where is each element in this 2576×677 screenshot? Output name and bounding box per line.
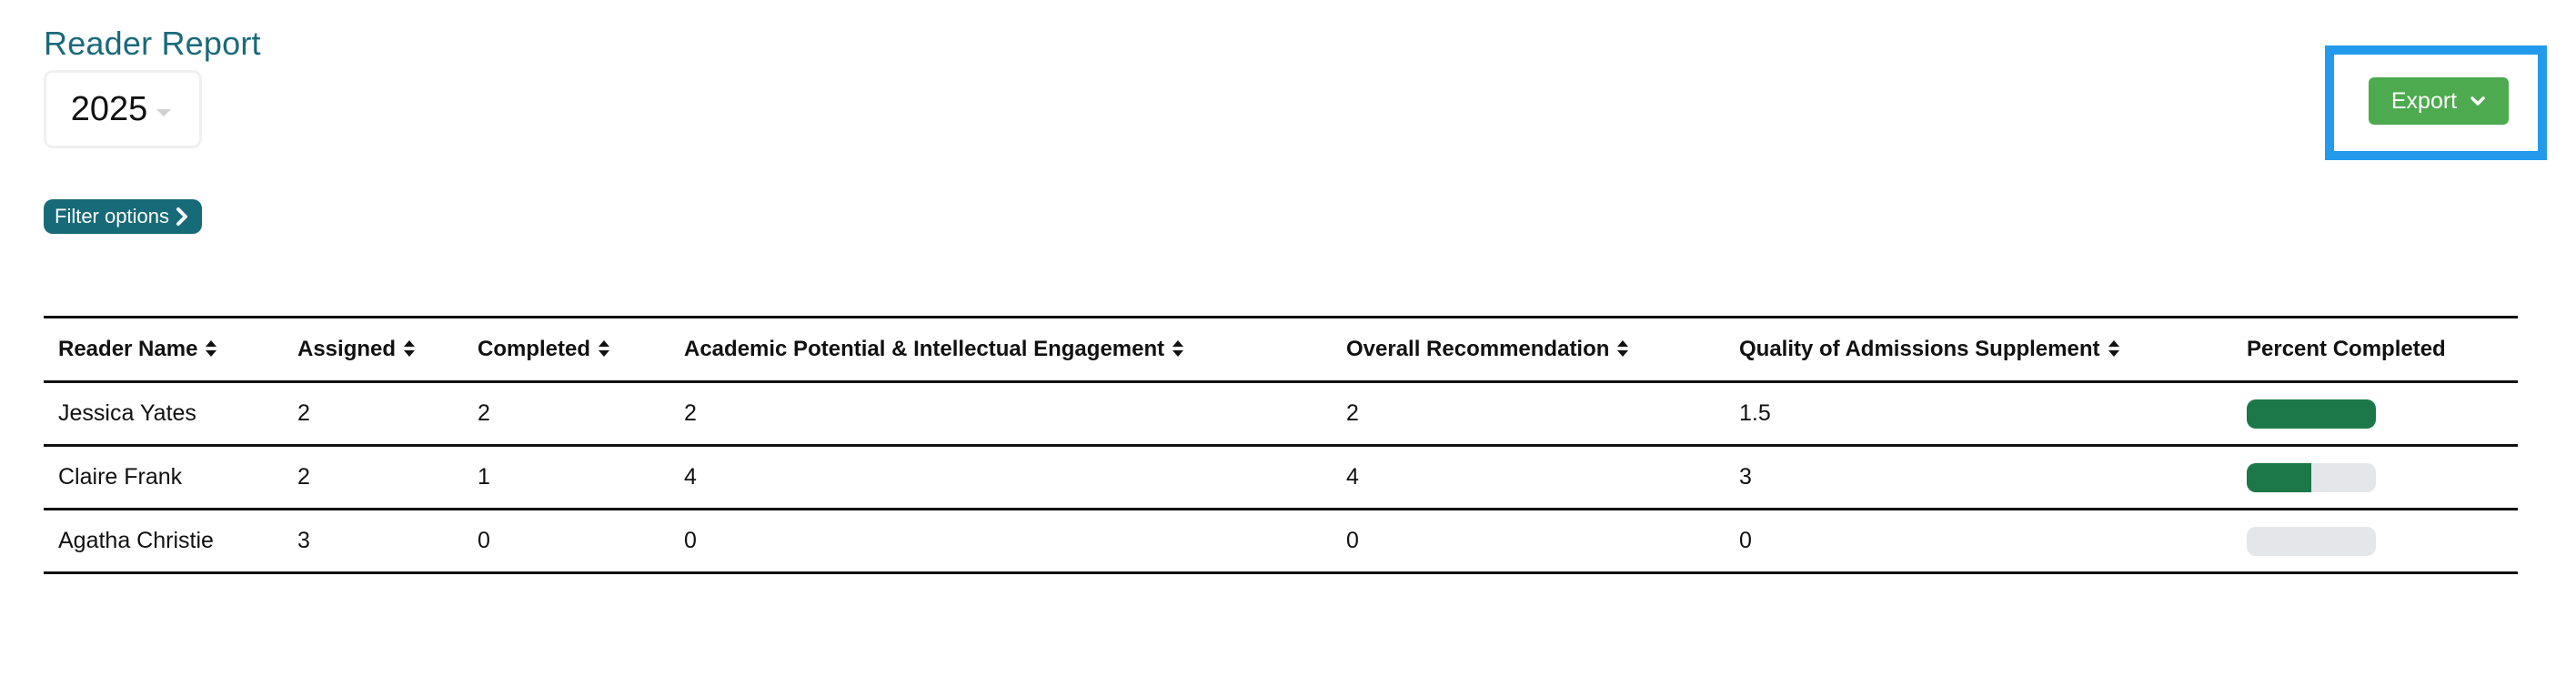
table-row: Claire Frank 2 1 4 4 3 xyxy=(44,446,2518,510)
progress-bar xyxy=(2247,526,2376,556)
column-label: Overall Recommendation xyxy=(1346,337,1610,361)
progress-bar xyxy=(2247,462,2376,492)
column-header-overall-recommendation[interactable]: Overall Recommendation xyxy=(1332,318,1725,382)
reader-report-page: Reader Report 2025 Filter options Export xyxy=(0,0,2576,677)
cell-overall-recommendation: 4 xyxy=(1346,464,1359,490)
progress-fill xyxy=(2247,462,2311,492)
column-header-reader-name[interactable]: Reader Name xyxy=(44,318,283,382)
reader-report-table: Reader Name Assigned Completed Academic … xyxy=(44,316,2518,574)
sort-icon xyxy=(2108,340,2119,357)
cell-quality-supplement: 1.5 xyxy=(1739,400,1771,426)
export-button[interactable]: Export xyxy=(2369,77,2509,125)
cell-academic-potential: 4 xyxy=(684,464,697,490)
cell-completed: 2 xyxy=(478,400,490,426)
table-row: Jessica Yates 2 2 2 2 1.5 xyxy=(44,382,2518,446)
page-title: Reader Report xyxy=(44,25,261,62)
export-label: Export xyxy=(2390,87,2458,114)
cell-percent-completed xyxy=(2232,510,2518,573)
column-label: Quality of Admissions Supplement xyxy=(1739,337,2100,361)
caret-down-icon xyxy=(156,109,172,116)
cell-quality-supplement: 0 xyxy=(1739,528,1752,553)
filter-options-label: Filter options xyxy=(55,205,169,227)
filter-options-button[interactable]: Filter options xyxy=(44,199,202,234)
cell-percent-completed xyxy=(2232,382,2518,446)
column-label: Completed xyxy=(478,337,591,361)
column-label: Percent Completed xyxy=(2247,337,2446,361)
column-header-percent-completed: Percent Completed xyxy=(2232,318,2518,382)
table-row: Agatha Christie 3 0 0 0 0 xyxy=(44,510,2518,573)
cell-reader-name: Jessica Yates xyxy=(58,400,196,426)
cell-assigned: 2 xyxy=(297,464,310,490)
column-label: Academic Potential & Intellectual Engage… xyxy=(684,337,1165,361)
sort-icon xyxy=(206,340,217,357)
cell-percent-completed xyxy=(2232,446,2518,510)
column-label: Reader Name xyxy=(58,337,198,361)
cell-quality-supplement: 3 xyxy=(1739,464,1752,490)
column-header-assigned[interactable]: Assigned xyxy=(283,318,463,382)
cell-overall-recommendation: 0 xyxy=(1346,528,1359,553)
cell-completed: 0 xyxy=(478,528,490,553)
sort-icon xyxy=(1172,340,1184,357)
cell-assigned: 3 xyxy=(297,528,310,553)
cell-overall-recommendation: 2 xyxy=(1346,400,1359,426)
chevron-right-icon xyxy=(176,207,187,226)
year-select[interactable]: 2025 xyxy=(44,70,202,148)
column-header-completed[interactable]: Completed xyxy=(463,318,669,382)
table-header-row: Reader Name Assigned Completed Academic … xyxy=(44,317,2518,382)
cell-reader-name: Claire Frank xyxy=(58,464,183,490)
column-header-academic-potential[interactable]: Academic Potential & Intellectual Engage… xyxy=(669,318,1332,382)
cell-academic-potential: 0 xyxy=(684,528,697,553)
progress-bar xyxy=(2247,399,2376,429)
year-select-value: 2025 xyxy=(70,89,148,128)
sort-icon xyxy=(1617,340,1629,357)
cell-completed: 1 xyxy=(478,464,490,490)
cell-academic-potential: 2 xyxy=(684,400,697,426)
sort-icon xyxy=(599,340,610,357)
column-label: Assigned xyxy=(297,337,397,361)
chevron-down-icon xyxy=(2470,96,2485,106)
cell-assigned: 2 xyxy=(297,400,310,426)
column-header-quality-supplement[interactable]: Quality of Admissions Supplement xyxy=(1725,318,2232,382)
sort-icon xyxy=(404,340,416,357)
progress-fill xyxy=(2247,399,2376,429)
cell-reader-name: Agatha Christie xyxy=(58,528,214,553)
